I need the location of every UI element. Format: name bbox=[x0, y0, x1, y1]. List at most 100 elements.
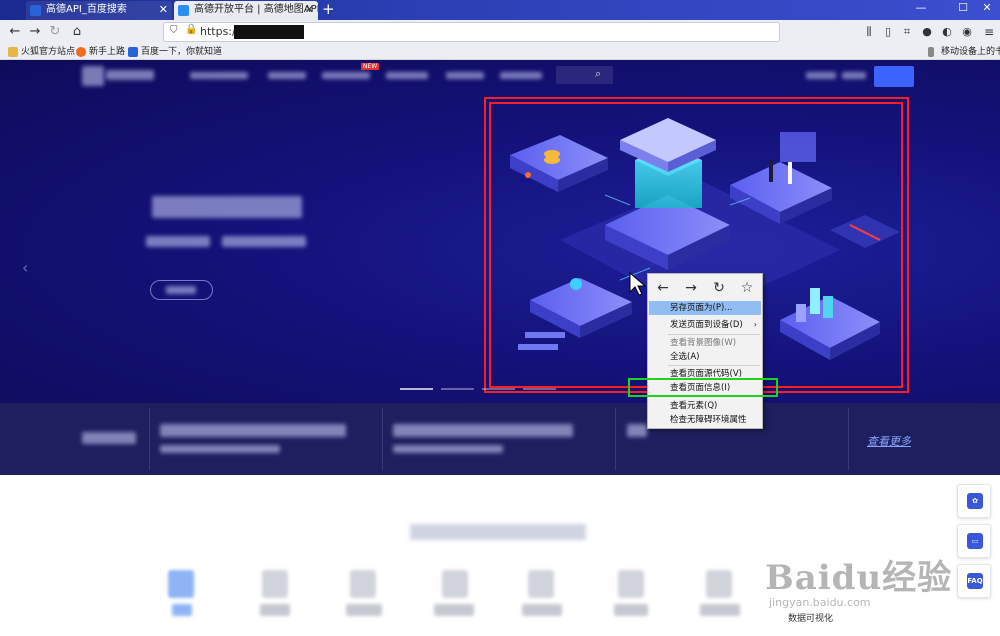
close-tab-icon[interactable]: ✕ bbox=[159, 1, 168, 19]
feature-label bbox=[434, 604, 474, 616]
bookmark-firefox-official[interactable]: 火狐官方站点 bbox=[8, 45, 75, 59]
ctx-view-background-image: 查看背景图像(W) bbox=[670, 338, 737, 348]
side-gift-button[interactable]: ✿ bbox=[957, 484, 991, 518]
close-window-button[interactable]: ✕ bbox=[976, 0, 998, 18]
minimize-button[interactable]: — bbox=[910, 0, 932, 18]
nav-item[interactable] bbox=[190, 72, 248, 79]
feature-label bbox=[700, 604, 740, 616]
folder-icon bbox=[8, 47, 18, 57]
site-logo-text bbox=[106, 70, 154, 80]
forward-arrow-icon[interactable]: → bbox=[26, 23, 44, 41]
comment-icon[interactable]: ● bbox=[918, 23, 936, 41]
bookmark-getting-started[interactable]: 新手上路 bbox=[76, 45, 125, 59]
features-heading bbox=[410, 524, 586, 540]
shield-icon[interactable]: ⛉ bbox=[170, 25, 178, 36]
feature-label bbox=[346, 604, 382, 616]
close-tab-icon[interactable]: ✕ bbox=[305, 1, 314, 19]
maximize-button[interactable]: ☐ bbox=[952, 0, 974, 18]
bookmarks-bar: 火狐官方站点 新手上路 百度一下，你就知道 移动设备上的书签 bbox=[0, 44, 1000, 60]
ctx-back-icon[interactable]: ← bbox=[652, 278, 674, 298]
carousel-dot[interactable] bbox=[441, 388, 474, 390]
ctx-inspect-accessibility[interactable]: 检查无障碍环境属性 bbox=[649, 413, 761, 427]
feature-icon[interactable] bbox=[706, 570, 732, 598]
bookmark-mobile[interactable]: 移动设备上的书签 bbox=[928, 45, 1000, 59]
ctx-select-all[interactable]: 全选(A) bbox=[649, 350, 761, 364]
feature-icon[interactable] bbox=[262, 570, 288, 598]
bookmark-label: 百度一下，你就知道 bbox=[141, 47, 223, 57]
sidebar-icon[interactable]: ▯ bbox=[879, 23, 897, 41]
new-badge: NEW bbox=[361, 63, 380, 70]
feature-icon[interactable] bbox=[350, 570, 376, 598]
ctx-save-page-as[interactable]: 另存页面为(P)... bbox=[649, 301, 761, 315]
sync-icon[interactable]: ◐ bbox=[938, 23, 956, 41]
home-icon[interactable]: ⌂ bbox=[68, 23, 86, 41]
ctx-inspect-element[interactable]: 查看元素(Q) bbox=[649, 399, 761, 413]
baidu-icon bbox=[128, 47, 138, 57]
watermark-main: Baidu经验 bbox=[765, 558, 953, 598]
nav-item[interactable] bbox=[386, 72, 428, 79]
hero-subtitle bbox=[146, 236, 210, 247]
baidu-favicon-icon bbox=[30, 5, 41, 16]
login-button[interactable] bbox=[874, 66, 914, 87]
side-chat-button[interactable]: ▭ bbox=[957, 524, 991, 558]
site-logo-icon[interactable] bbox=[82, 66, 104, 86]
ctx-bookmark-icon[interactable]: ☆ bbox=[736, 278, 758, 298]
tab-title: 高德开放平台 | 高德地图API bbox=[194, 4, 318, 15]
bookmark-baidu[interactable]: 百度一下，你就知道 bbox=[128, 45, 222, 59]
library-icon[interactable]: ⫼ bbox=[860, 23, 878, 41]
hero-subtitle bbox=[222, 236, 306, 247]
feature-label bbox=[260, 604, 290, 616]
gift-icon: ✿ bbox=[967, 493, 983, 509]
mobile-device-icon bbox=[928, 47, 934, 57]
carousel-prev-icon[interactable]: ‹ bbox=[22, 258, 28, 277]
site-search-input[interactable] bbox=[556, 66, 613, 84]
carousel-dot[interactable] bbox=[523, 388, 556, 390]
reload-icon[interactable]: ↻ bbox=[46, 23, 64, 41]
register-link[interactable] bbox=[842, 72, 866, 79]
mouse-cursor-icon bbox=[629, 272, 647, 296]
ctx-send-to-device[interactable]: 发送页面到设备(D) › bbox=[649, 318, 761, 332]
product-strip bbox=[0, 403, 1000, 475]
feature-icon[interactable] bbox=[442, 570, 468, 598]
lock-icon[interactable]: 🔒 bbox=[185, 24, 197, 35]
nav-item[interactable] bbox=[322, 72, 370, 79]
feature-label bbox=[172, 604, 192, 616]
feature-icon[interactable] bbox=[528, 570, 554, 598]
chat-icon: ▭ bbox=[967, 533, 983, 549]
feature-icon[interactable] bbox=[168, 570, 194, 598]
tab-baidu-search[interactable]: 高德API_百度搜索 ✕ bbox=[26, 1, 172, 20]
product-card-title[interactable] bbox=[393, 424, 573, 437]
feature-icon[interactable] bbox=[618, 570, 644, 598]
carousel-dot[interactable] bbox=[482, 388, 515, 390]
product-card-title[interactable] bbox=[627, 424, 647, 437]
carousel-dot[interactable] bbox=[400, 388, 433, 390]
side-faq-button[interactable]: FAQ bbox=[957, 564, 991, 598]
tab-title: 高德API_百度搜索 bbox=[46, 4, 127, 15]
product-card-desc bbox=[393, 445, 503, 453]
product-card-desc bbox=[160, 445, 280, 453]
nav-item[interactable] bbox=[446, 72, 484, 79]
hero-cta-button[interactable] bbox=[150, 280, 213, 300]
see-more-link[interactable]: 查看更多 bbox=[867, 433, 911, 449]
screenshot-icon[interactable]: ⌗ bbox=[898, 23, 916, 41]
tab-bar: 高德API_百度搜索 ✕ 高德开放平台 | 高德地图API ✕ + — ☐ ✕ bbox=[0, 0, 1000, 20]
new-tab-button[interactable]: + bbox=[322, 0, 336, 20]
console-link[interactable] bbox=[806, 72, 836, 79]
bookmark-label: 移动设备上的书签 bbox=[941, 47, 1000, 57]
divider bbox=[382, 408, 383, 470]
back-arrow-icon[interactable]: ← bbox=[6, 23, 24, 41]
menu-icon[interactable]: ≡ bbox=[980, 23, 998, 41]
nav-item[interactable] bbox=[500, 72, 542, 79]
ctx-separator bbox=[668, 365, 760, 366]
feature-label-data-visualization: 数据可视化 bbox=[788, 614, 834, 624]
search-icon[interactable]: ⌕ bbox=[595, 67, 601, 81]
address-bar[interactable]: ⛉ 🔒 https:// bbox=[163, 22, 780, 42]
firefox-icon bbox=[76, 47, 86, 57]
baidu-jingyan-watermark: Baidu经验 jingyan.baidu.com bbox=[765, 550, 952, 609]
product-card-title[interactable] bbox=[160, 424, 346, 437]
account-icon[interactable]: ◉ bbox=[958, 23, 976, 41]
nav-item[interactable] bbox=[268, 72, 306, 79]
ctx-forward-icon[interactable]: → bbox=[680, 278, 702, 298]
ctx-reload-icon[interactable]: ↻ bbox=[708, 278, 730, 298]
tab-amap-open-platform[interactable]: 高德开放平台 | 高德地图API ✕ bbox=[174, 1, 318, 20]
